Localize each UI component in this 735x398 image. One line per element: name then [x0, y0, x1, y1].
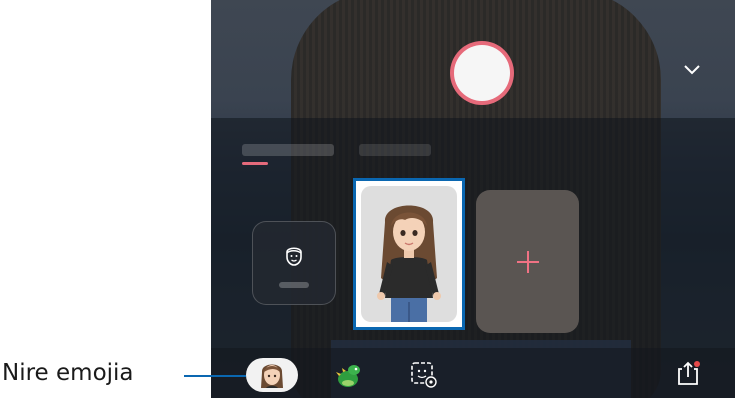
dinosaur-icon[interactable]: [333, 360, 363, 390]
chevron-down-icon[interactable]: [684, 62, 700, 78]
tab-ar-emoji[interactable]: [242, 144, 334, 156]
tab-active-indicator: [242, 162, 268, 165]
create-emoji-card[interactable]: [252, 221, 336, 305]
sticker-settings-icon[interactable]: [411, 362, 437, 388]
callout-line: [184, 375, 246, 377]
avatar-icon: [261, 364, 283, 388]
tab-stickers[interactable]: [359, 144, 431, 156]
avatar-figure: [377, 205, 441, 322]
face-icon: [286, 247, 302, 266]
my-emoji-button[interactable]: [246, 358, 298, 392]
shutter-button[interactable]: [454, 45, 510, 101]
create-emoji-caption: [279, 282, 309, 288]
plus-icon: [517, 251, 539, 273]
add-emoji-card[interactable]: [476, 190, 579, 333]
my-emoji-card[interactable]: [361, 186, 457, 322]
callout-label: Nire emojia: [2, 360, 134, 386]
camera-screen: [211, 0, 735, 398]
share-icon[interactable]: [676, 360, 702, 386]
selected-emoji-highlight: [353, 178, 465, 330]
